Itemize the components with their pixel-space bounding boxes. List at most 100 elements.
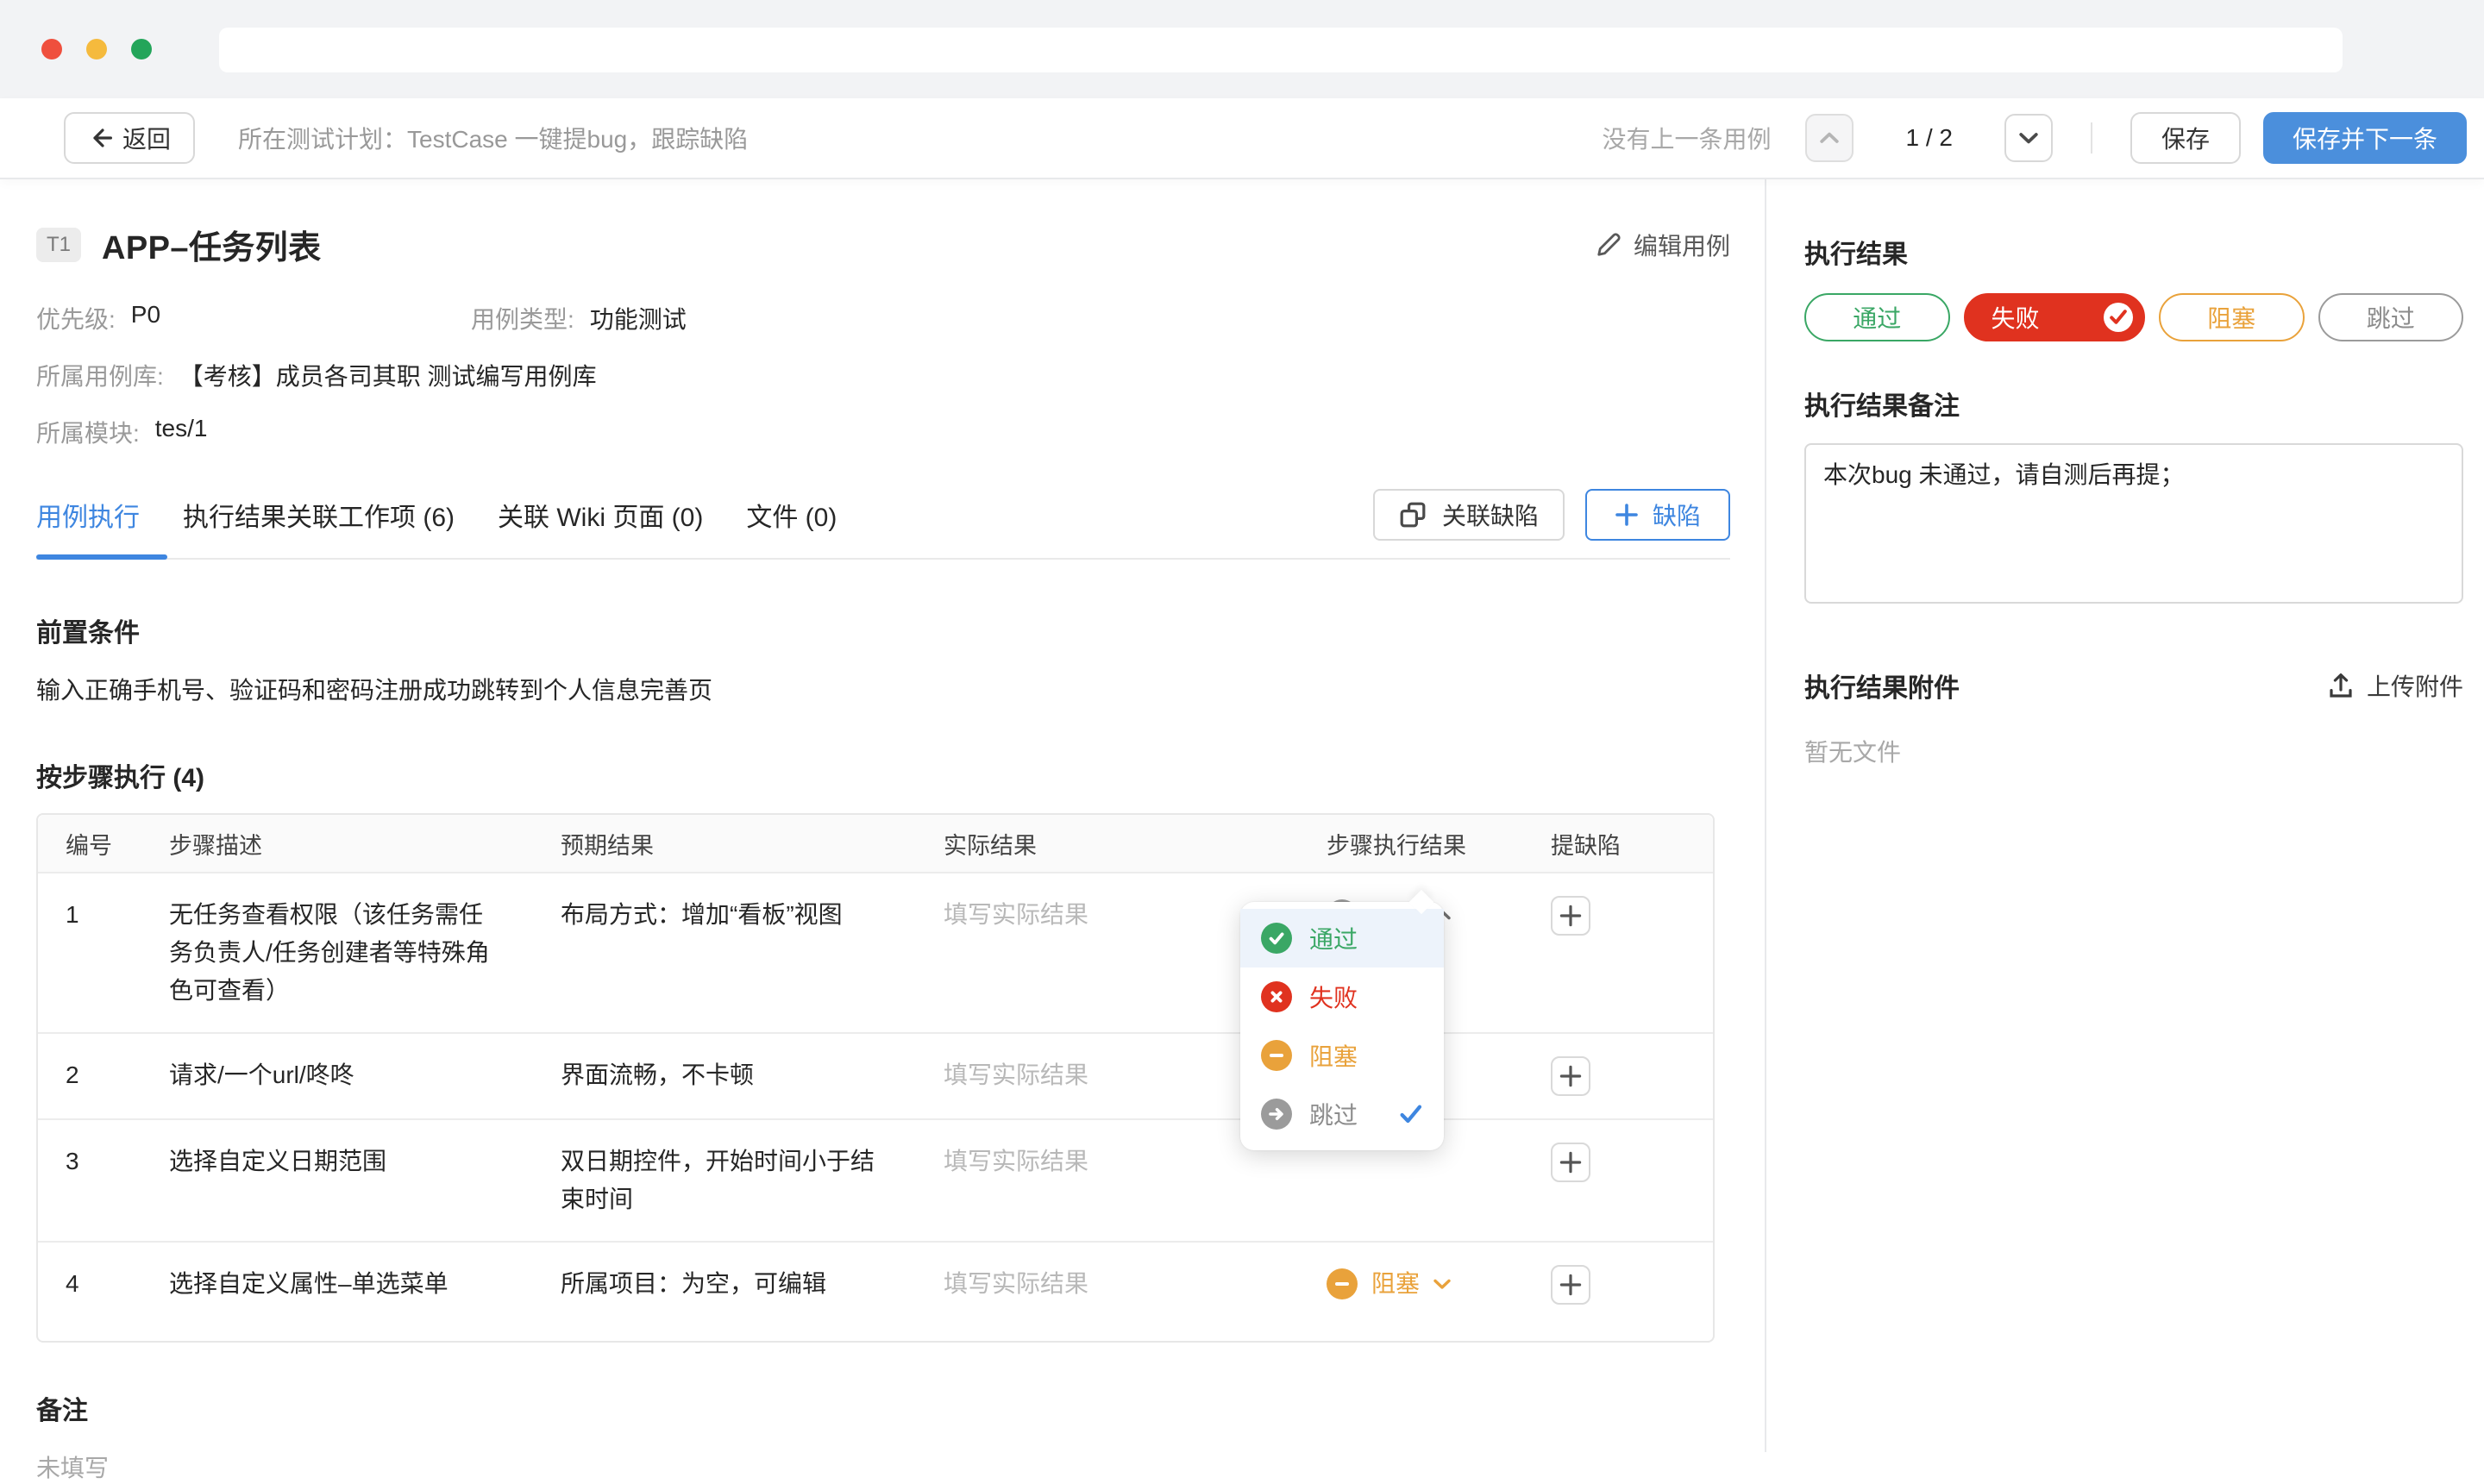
address-bar[interactable] xyxy=(219,28,2343,72)
back-button-label: 返回 xyxy=(122,121,171,155)
dropdown-option-fail[interactable]: 失败 xyxy=(1240,967,1444,1026)
save-next-label: 保存并下一条 xyxy=(2293,121,2437,155)
column-header-number: 编号 xyxy=(38,815,141,872)
result-note-title: 执行结果备注 xyxy=(1804,385,2463,423)
result-pill-label: 跳过 xyxy=(2367,300,2415,335)
no-files-text: 暂无文件 xyxy=(1804,734,2463,768)
priority-label: 优先级: xyxy=(36,301,116,335)
step-description: 选择自定义属性–单选菜单 xyxy=(141,1243,533,1341)
add-defect-row-button[interactable] xyxy=(1551,1056,1590,1096)
step-result-trigger[interactable]: 阻塞 xyxy=(1327,1265,1496,1303)
window-header xyxy=(0,0,2484,98)
dropdown-option-pass[interactable]: 通过 xyxy=(1240,909,1444,967)
case-title: APP–任务列表 xyxy=(102,221,321,268)
cross-icon xyxy=(1261,981,1292,1012)
add-defect-row-button[interactable] xyxy=(1551,1265,1590,1305)
plus-icon xyxy=(1615,503,1639,527)
step-number: 4 xyxy=(38,1243,141,1341)
step-expected: 界面流畅，不卡顿 xyxy=(533,1034,916,1118)
chevron-up-icon xyxy=(1820,132,1839,144)
chevron-down-icon xyxy=(2019,132,2038,144)
minimize-window-icon[interactable] xyxy=(86,39,107,59)
no-previous-label: 没有上一条用例 xyxy=(1602,121,1771,155)
priority-value: P0 xyxy=(131,301,160,335)
result-pill-label: 通过 xyxy=(1853,300,1901,335)
result-note-textarea[interactable]: 本次bug 未通过，请自测后再提； xyxy=(1804,443,2463,604)
step-number: 1 xyxy=(38,873,141,1032)
page-indicator: 1 / 2 xyxy=(1905,124,1952,152)
module-value: tes/1 xyxy=(155,415,208,449)
case-detail-panel: T1 APP–任务列表 编辑用例 优先级: P0 用例类型: 功能测试 所属用例… xyxy=(0,179,1765,1452)
upload-icon xyxy=(2327,672,2355,699)
link-defect-label: 关联缺陷 xyxy=(1442,498,1539,532)
result-pill-fail[interactable]: 失败 xyxy=(1964,293,2146,341)
tab-related-work-items[interactable]: 执行结果关联工作项 (6) xyxy=(183,496,455,534)
result-pill-pass[interactable]: 通过 xyxy=(1804,293,1950,341)
step-result-label: 阻塞 xyxy=(1371,1265,1420,1303)
step-row: 4 选择自定义属性–单选菜单 所属项目：为空，可编辑 填写实际结果 阻塞 xyxy=(38,1241,1713,1341)
step-description: 选择自定义日期范围 xyxy=(141,1120,533,1241)
zoom-window-icon[interactable] xyxy=(131,39,152,59)
save-and-next-button[interactable]: 保存并下一条 xyxy=(2263,112,2467,164)
upload-attachment-label: 上传附件 xyxy=(2367,668,2463,703)
step-row: 1 无任务查看权限（该任务需任务负责人/任务创建者等特殊角色可查看） 布局方式：… xyxy=(38,872,1713,1032)
steps-title: 按步骤执行 (4) xyxy=(36,756,1730,794)
window-controls xyxy=(0,39,152,59)
add-defect-row-button[interactable] xyxy=(1551,1143,1590,1182)
close-window-icon[interactable] xyxy=(41,39,62,59)
next-case-button[interactable] xyxy=(2004,114,2053,162)
test-plan-label: 所在测试计划：TestCase 一键提bug，跟踪缺陷 xyxy=(238,121,748,155)
dropdown-option-label: 跳过 xyxy=(1309,1097,1358,1131)
module-label: 所属模块: xyxy=(36,415,140,449)
active-tab-indicator xyxy=(36,554,167,560)
selected-result-check-icon xyxy=(2104,303,2133,332)
edit-case-button[interactable]: 编辑用例 xyxy=(1596,228,1730,262)
step-description: 请求/一个url/咚咚 xyxy=(141,1034,533,1118)
case-type-label: 用例类型: xyxy=(471,301,574,335)
add-defect-label: 缺陷 xyxy=(1653,498,1701,532)
check-icon xyxy=(1261,923,1292,954)
tab-bar-underline xyxy=(36,554,1730,560)
tab-case-execution[interactable]: 用例执行 xyxy=(36,496,140,534)
save-button[interactable]: 保存 xyxy=(2130,112,2241,164)
step-expected: 布局方式：增加“看板”视图 xyxy=(533,873,916,1032)
step-number: 2 xyxy=(38,1034,141,1118)
link-defect-icon xyxy=(1399,501,1427,529)
arrow-right-icon xyxy=(1261,1099,1292,1130)
notes-title: 备注 xyxy=(36,1389,1730,1427)
result-pill-label: 失败 xyxy=(1992,300,2040,335)
result-pill-skip[interactable]: 跳过 xyxy=(2318,293,2464,341)
tab-wiki-pages[interactable]: 关联 Wiki 页面 (0) xyxy=(498,496,703,534)
tab-files[interactable]: 文件 (0) xyxy=(746,496,837,534)
back-button[interactable]: 返回 xyxy=(64,112,195,164)
dropdown-option-label: 通过 xyxy=(1309,921,1358,955)
back-arrow-icon xyxy=(88,126,112,150)
step-result-dropdown: 通过 失败 阻塞 跳过 xyxy=(1240,902,1444,1150)
column-header-step-result: 步骤执行结果 xyxy=(1299,815,1523,872)
step-number: 3 xyxy=(38,1120,141,1241)
execution-result-title: 执行结果 xyxy=(1804,233,2463,271)
column-header-description: 步骤描述 xyxy=(141,815,533,872)
step-expected: 所属项目：为空，可编辑 xyxy=(533,1243,916,1341)
table-header-row: 编号 步骤描述 预期结果 实际结果 步骤执行结果 提缺陷 xyxy=(38,815,1713,872)
add-defect-row-button[interactable] xyxy=(1551,896,1590,936)
block-icon xyxy=(1327,1268,1358,1299)
toolbar-divider xyxy=(2091,122,2092,153)
prev-case-button[interactable] xyxy=(1805,114,1854,162)
execution-result-panel: 执行结果 通过 失败 阻塞 跳过 执行结果备注 本次bug 未通过，请自测后再提… xyxy=(1765,179,2484,1452)
column-header-raise-defect: 提缺陷 xyxy=(1523,815,1713,872)
attachment-title: 执行结果附件 xyxy=(1804,667,1960,704)
result-pill-block[interactable]: 阻塞 xyxy=(2159,293,2305,341)
add-defect-button[interactable]: 缺陷 xyxy=(1585,489,1730,541)
step-actual-input[interactable]: 填写实际结果 xyxy=(916,1243,1299,1341)
case-type-value: 功能测试 xyxy=(590,301,687,335)
dropdown-option-skip[interactable]: 跳过 xyxy=(1240,1085,1444,1143)
upload-attachment-button[interactable]: 上传附件 xyxy=(2327,668,2463,703)
link-defect-button[interactable]: 关联缺陷 xyxy=(1373,489,1565,541)
dropdown-option-label: 失败 xyxy=(1309,980,1358,1014)
result-pill-label: 阻塞 xyxy=(2207,300,2255,335)
dropdown-option-block[interactable]: 阻塞 xyxy=(1240,1026,1444,1085)
column-header-actual: 实际结果 xyxy=(916,815,1299,872)
library-label: 所属用例库: xyxy=(36,358,164,392)
chevron-down-icon xyxy=(1433,1279,1451,1289)
